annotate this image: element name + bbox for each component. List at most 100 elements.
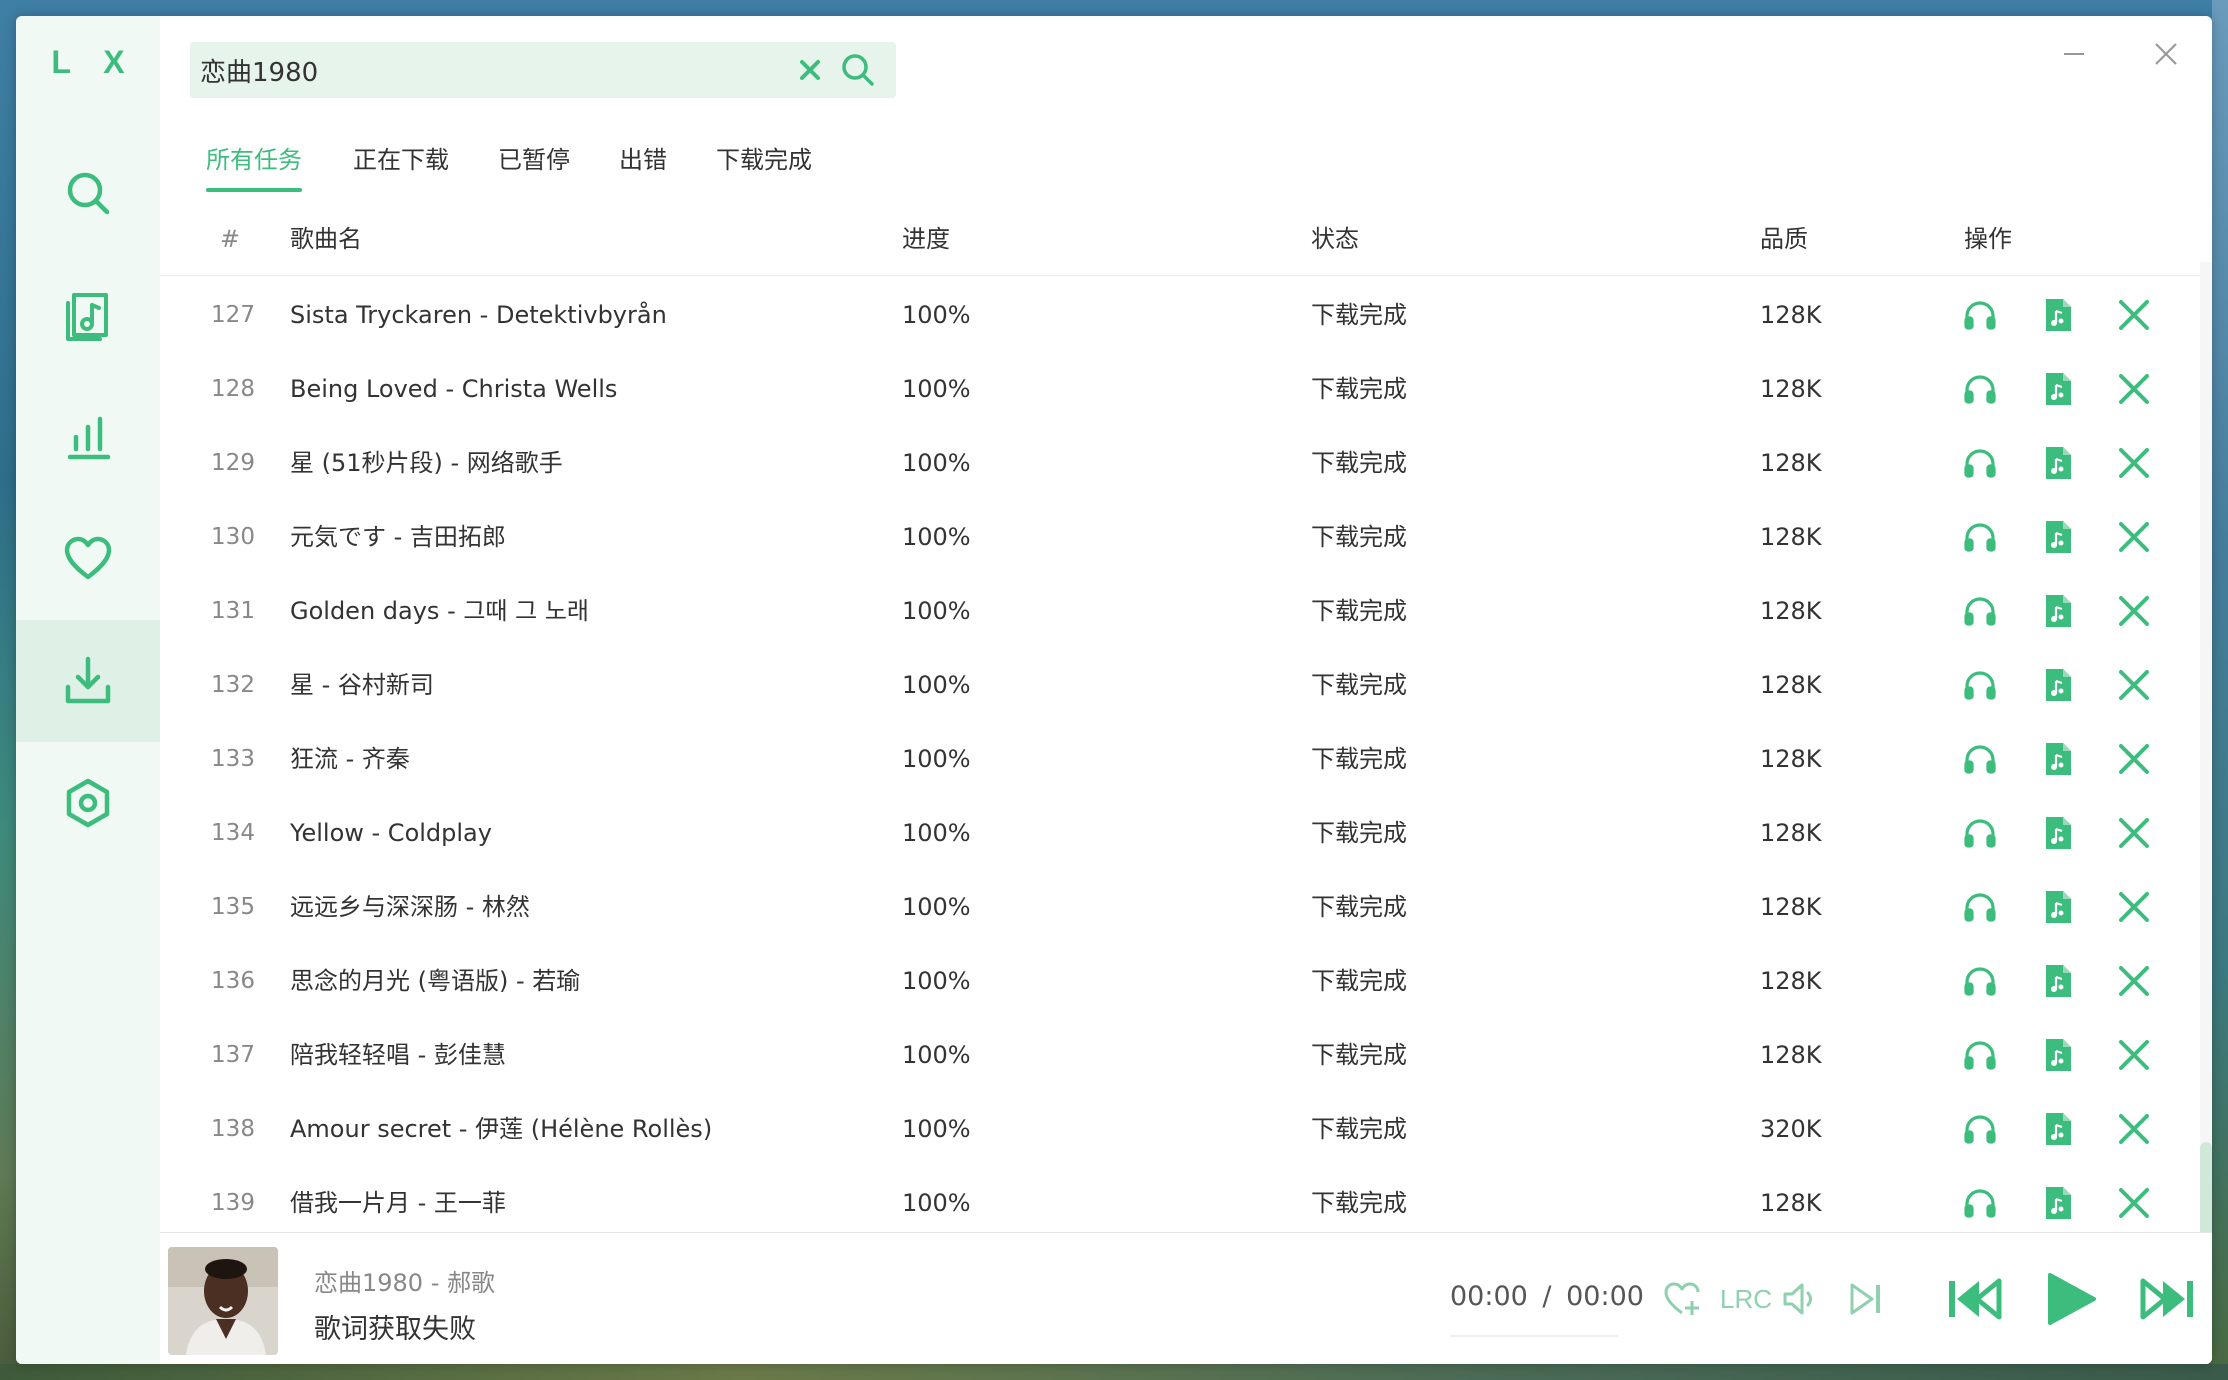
play-track-button[interactable] bbox=[1962, 371, 1998, 407]
clear-search-button[interactable] bbox=[796, 56, 824, 84]
table-row[interactable]: 136 思念的月光 (粤语版) - 若瑜 100% 下载完成 128K bbox=[160, 944, 2212, 1018]
table-row[interactable]: 130 元気です - 吉田拓郎 100% 下载完成 128K bbox=[160, 500, 2212, 574]
search-input[interactable] bbox=[200, 42, 780, 98]
play-track-button[interactable] bbox=[1962, 741, 1998, 777]
search-button[interactable] bbox=[840, 52, 876, 88]
play-track-button[interactable] bbox=[1962, 667, 1998, 703]
open-file-button[interactable] bbox=[2040, 519, 2076, 555]
play-track-button[interactable] bbox=[1962, 593, 1998, 629]
sidebar-item-leaderboard[interactable] bbox=[16, 376, 160, 498]
row-number: 138 bbox=[211, 1116, 255, 1142]
previous-button[interactable] bbox=[1944, 1273, 2004, 1325]
open-file-button[interactable] bbox=[2040, 815, 2076, 851]
table-row[interactable]: 134 Yellow - Coldplay 100% 下载完成 128K bbox=[160, 796, 2212, 870]
table-row[interactable]: 137 陪我轻轻唱 - 彭佳慧 100% 下载完成 128K bbox=[160, 1018, 2212, 1092]
remove-task-button[interactable] bbox=[2116, 1037, 2152, 1073]
progress-track[interactable] bbox=[1450, 1335, 1618, 1337]
play-track-button[interactable] bbox=[1962, 1185, 1998, 1221]
table-row[interactable]: 138 Amour secret - 伊莲 (Hélène Rollès) 100%… bbox=[160, 1092, 2212, 1166]
status-text: 下载完成 bbox=[1311, 1115, 1407, 1143]
tab-error[interactable]: 出错 bbox=[619, 138, 667, 198]
play-track-button[interactable] bbox=[1962, 297, 1998, 333]
quality-value: 128K bbox=[1760, 301, 1822, 329]
open-file-button[interactable] bbox=[2040, 371, 2076, 407]
remove-task-button[interactable] bbox=[2116, 297, 2152, 333]
open-file-button[interactable] bbox=[2040, 1037, 2076, 1073]
close-icon bbox=[2119, 818, 2149, 848]
row-number: 135 bbox=[211, 894, 255, 920]
remove-task-button[interactable] bbox=[2116, 371, 2152, 407]
play-track-button[interactable] bbox=[1962, 445, 1998, 481]
song-name: 狂流 - 齐秦 bbox=[290, 745, 410, 773]
table-row[interactable]: 129 星 (51秒片段) - 网络歌手 100% 下载完成 128K bbox=[160, 426, 2212, 500]
scrollbar-track[interactable] bbox=[2200, 262, 2212, 1246]
open-file-button[interactable] bbox=[2040, 1185, 2076, 1221]
play-track-button[interactable] bbox=[1962, 963, 1998, 999]
row-number: 127 bbox=[211, 302, 255, 328]
progress-value: 100% bbox=[902, 819, 971, 847]
play-track-button[interactable] bbox=[1962, 1111, 1998, 1147]
tab-completed[interactable]: 下载完成 bbox=[716, 138, 812, 198]
sidebar-item-favorites[interactable] bbox=[16, 498, 160, 620]
close-icon bbox=[2119, 892, 2149, 922]
remove-task-button[interactable] bbox=[2116, 519, 2152, 555]
favorite-add-button[interactable] bbox=[1660, 1277, 1704, 1321]
open-file-button[interactable] bbox=[2040, 667, 2076, 703]
progress-value: 100% bbox=[902, 1115, 971, 1143]
table-row[interactable]: 133 狂流 - 齐秦 100% 下载完成 128K bbox=[160, 722, 2212, 796]
tab-paused[interactable]: 已暂停 bbox=[498, 138, 570, 198]
volume-button[interactable] bbox=[1778, 1277, 1822, 1321]
remove-task-button[interactable] bbox=[2116, 1185, 2152, 1221]
table-row[interactable]: 135 远远乡与深深肠 - 林然 100% 下载完成 128K bbox=[160, 870, 2212, 944]
play-button[interactable] bbox=[2040, 1269, 2100, 1329]
play-track-button[interactable] bbox=[1962, 1037, 1998, 1073]
music-file-icon bbox=[2046, 373, 2071, 405]
close-icon bbox=[2119, 522, 2149, 552]
play-track-button[interactable] bbox=[1962, 889, 1998, 925]
remove-task-button[interactable] bbox=[2116, 1111, 2152, 1147]
table-row[interactable]: 128 Being Loved - Christa Wells 100% 下载完成 12… bbox=[160, 352, 2212, 426]
open-file-button[interactable] bbox=[2040, 1111, 2076, 1147]
minimize-button[interactable] bbox=[2054, 34, 2094, 74]
sidebar-item-song-list[interactable] bbox=[16, 254, 160, 376]
sidebar-item-settings[interactable] bbox=[16, 742, 160, 864]
next-button[interactable] bbox=[2138, 1273, 2198, 1325]
tab-all-tasks[interactable]: 所有任务 bbox=[206, 138, 302, 198]
close-window-button[interactable] bbox=[2146, 34, 2186, 74]
now-playing-title[interactable]: 恋曲1980 - 郝歌 bbox=[314, 1263, 495, 1298]
table-row[interactable]: 127 Sista Tryckaren - Detektivbyrån 100% 下载… bbox=[160, 278, 2212, 352]
settings-icon bbox=[66, 778, 110, 828]
scrollbar-thumb[interactable] bbox=[2200, 1142, 2212, 1246]
open-file-button[interactable] bbox=[2040, 297, 2076, 333]
table-row[interactable]: 131 Golden days - 그때 그 노래 100% 下载完成 128K bbox=[160, 574, 2212, 648]
open-file-button[interactable] bbox=[2040, 889, 2076, 925]
close-icon bbox=[2119, 670, 2149, 700]
status-text: 下载完成 bbox=[1311, 671, 1407, 699]
remove-task-button[interactable] bbox=[2116, 593, 2152, 629]
play-track-button[interactable] bbox=[1962, 519, 1998, 555]
remove-task-button[interactable] bbox=[2116, 889, 2152, 925]
open-file-button[interactable] bbox=[2040, 593, 2076, 629]
song-name: 星 - 谷村新司 bbox=[290, 671, 434, 699]
tab-downloading[interactable]: 正在下载 bbox=[353, 138, 449, 198]
remove-task-button[interactable] bbox=[2116, 445, 2152, 481]
sidebar-item-download[interactable] bbox=[16, 620, 160, 742]
table-row[interactable]: 132 星 - 谷村新司 100% 下载完成 128K bbox=[160, 648, 2212, 722]
remove-task-button[interactable] bbox=[2116, 815, 2152, 851]
sidebar-item-search[interactable] bbox=[16, 132, 160, 254]
album-cover[interactable] bbox=[168, 1247, 278, 1355]
row-number: 129 bbox=[211, 450, 255, 476]
row-number: 132 bbox=[211, 672, 255, 698]
open-file-button[interactable] bbox=[2040, 445, 2076, 481]
play-track-button[interactable] bbox=[1962, 815, 1998, 851]
quality-value: 128K bbox=[1760, 967, 1822, 995]
remove-task-button[interactable] bbox=[2116, 963, 2152, 999]
lyric-toggle-button[interactable]: LRC bbox=[1720, 1277, 1772, 1321]
table-row[interactable]: 139 借我一片月 - 王一菲 100% 下载完成 128K bbox=[160, 1166, 2212, 1240]
open-file-button[interactable] bbox=[2040, 741, 2076, 777]
open-file-button[interactable] bbox=[2040, 963, 2076, 999]
remove-task-button[interactable] bbox=[2116, 667, 2152, 703]
play-mode-button[interactable] bbox=[1844, 1277, 1888, 1321]
status-text: 下载完成 bbox=[1311, 819, 1407, 847]
remove-task-button[interactable] bbox=[2116, 741, 2152, 777]
